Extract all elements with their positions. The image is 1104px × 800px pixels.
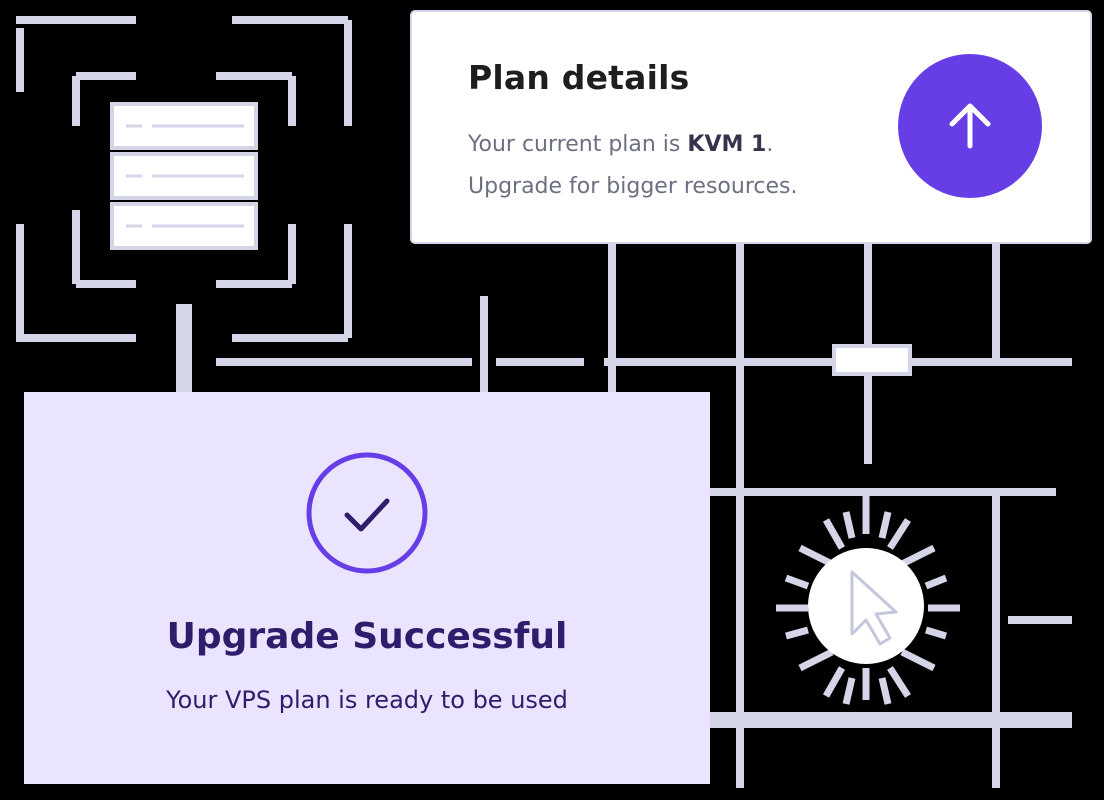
plan-line1-suffix: . [766, 132, 774, 157]
plan-line1-prefix: Your current plan is [468, 132, 688, 157]
arrow-up-icon [949, 103, 991, 149]
success-subtitle: Your VPS plan is ready to be used [166, 686, 568, 714]
check-icon [306, 452, 428, 574]
upgrade-button[interactable] [898, 54, 1042, 198]
success-title: Upgrade Successful [166, 616, 568, 657]
plan-title: Plan details [468, 58, 690, 97]
plan-details-card: Plan details Your current plan is KVM 1.… [410, 10, 1092, 244]
plan-line2: Upgrade for bigger resources. [468, 174, 798, 199]
plan-name: KVM 1 [687, 132, 767, 157]
upgrade-success-card: Upgrade Successful Your VPS plan is read… [24, 392, 710, 784]
plan-description: Your current plan is KVM 1. Upgrade for … [468, 124, 797, 208]
